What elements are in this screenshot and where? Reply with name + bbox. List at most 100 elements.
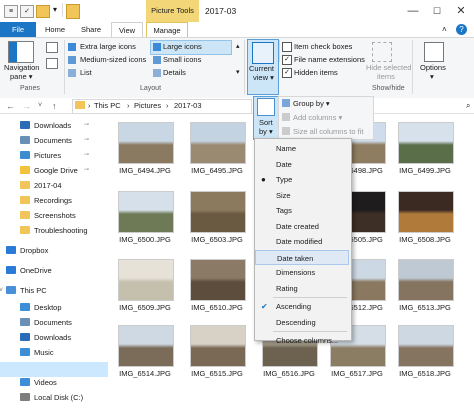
nav-item-screenshots[interactable]: Screenshots bbox=[0, 208, 108, 223]
nav-item-music[interactable]: Music bbox=[0, 345, 108, 360]
expand-icon[interactable]: ˅ bbox=[0, 283, 3, 298]
pin-icon[interactable]: ⊸ bbox=[84, 163, 89, 178]
sort-menu-item-date-modified[interactable]: Date modified bbox=[255, 234, 351, 249]
thumbnail-item[interactable]: IMG_6495.JPG bbox=[186, 122, 248, 177]
item-check-boxes-label[interactable]: Item check boxes bbox=[294, 42, 352, 51]
nav-item-troubleshooting[interactable]: Troubleshooting bbox=[0, 223, 108, 238]
up-icon[interactable]: ↑ bbox=[52, 101, 57, 111]
collapse-ribbon-icon[interactable]: ˄ bbox=[442, 25, 447, 34]
thumbnail-item[interactable]: IMG_6508.JPG bbox=[394, 191, 456, 246]
sort-menu-item-tags[interactable]: Tags bbox=[255, 203, 351, 218]
nav-item-onedrive[interactable]: OneDrive bbox=[0, 263, 108, 278]
help-icon[interactable]: ? bbox=[456, 24, 467, 35]
maximize-button[interactable]: ☐ bbox=[426, 0, 448, 22]
sort-menu-item-descending[interactable]: Descending bbox=[255, 315, 351, 330]
nav-item-downloads[interactable]: Downloads bbox=[0, 330, 108, 345]
group-by-button[interactable]: Group by ▾ bbox=[293, 99, 330, 108]
hide-selected-label[interactable]: Hide selected bbox=[366, 63, 411, 72]
hidden-items-label[interactable]: Hidden items bbox=[294, 68, 338, 77]
add-columns-button[interactable]: Add columns ▾ bbox=[293, 113, 342, 122]
nav-item-label: 2017-04 bbox=[34, 181, 62, 190]
recent-locations-icon[interactable]: ˅ bbox=[38, 102, 42, 109]
thumbnail-item[interactable]: IMG_6515.JPG bbox=[186, 325, 248, 380]
tab-home[interactable]: Home bbox=[40, 22, 70, 37]
tab-view[interactable]: View bbox=[111, 22, 143, 38]
sort-menu-item-date-created[interactable]: Date created bbox=[255, 219, 351, 234]
thumbnail-item[interactable]: IMG_6500.JPG bbox=[114, 191, 176, 246]
layout-large-icons[interactable]: Large icons bbox=[163, 42, 202, 51]
options-label-2[interactable]: ▾ bbox=[430, 72, 434, 81]
sort-menu-item-dimensions[interactable]: Dimensions bbox=[255, 265, 351, 280]
layout-list[interactable]: List bbox=[80, 68, 92, 77]
tab-share[interactable]: Share bbox=[76, 22, 106, 37]
navigation-pane-label[interactable]: Navigation bbox=[4, 63, 39, 72]
qa-dropdown-icon[interactable]: ▾ bbox=[53, 5, 57, 14]
nav-item-this-pc[interactable]: This PC ˅ bbox=[0, 283, 108, 298]
size-columns-button[interactable]: Size all columns to fit bbox=[293, 127, 363, 136]
sort-menu-item-date-taken[interactable]: Date taken bbox=[255, 249, 349, 265]
nav-item-dropbox[interactable]: Dropbox bbox=[0, 243, 108, 258]
pin-icon[interactable]: ⊸ bbox=[84, 133, 89, 148]
pin-icon[interactable]: ⊸ bbox=[84, 118, 89, 133]
hidden-items-checkbox[interactable]: ✓ bbox=[282, 68, 292, 78]
thumbnail-item[interactable]: IMG_6514.JPG bbox=[114, 325, 176, 380]
breadcrumb-this-pc[interactable]: This PC bbox=[94, 101, 121, 110]
tab-file[interactable]: File bbox=[0, 22, 36, 37]
sort-menu-item-rating[interactable]: Rating bbox=[255, 281, 351, 296]
nav-item-documents[interactable]: Documents bbox=[0, 315, 108, 330]
nav-item-recordings[interactable]: Recordings bbox=[0, 193, 108, 208]
nav-item-local-disk-c-[interactable]: Local Disk (C:) bbox=[0, 390, 108, 405]
sort-menu-item-choose-columns[interactable]: Choose columns... bbox=[255, 333, 351, 348]
nav-item-desktop[interactable]: Desktop bbox=[0, 300, 108, 315]
nav-item-downloads[interactable]: Downloads ⊸ bbox=[0, 118, 108, 133]
nav-item-label: Pictures bbox=[34, 151, 62, 160]
breadcrumb-2017-03[interactable]: 2017-03 bbox=[174, 101, 202, 110]
close-button[interactable]: ✕ bbox=[450, 0, 472, 22]
layout-small-icons[interactable]: Small icons bbox=[163, 55, 201, 64]
hide-selected-label-2[interactable]: items bbox=[377, 72, 395, 81]
sort-menu-item-type[interactable]: ● Type bbox=[255, 172, 351, 187]
navigation-pane-sub[interactable]: pane ▾ bbox=[10, 72, 33, 81]
sort-menu-item-date[interactable]: Date bbox=[255, 157, 351, 172]
properties-icon[interactable]: ≡ bbox=[4, 5, 18, 18]
file-name-extensions-checkbox[interactable]: ✓ bbox=[282, 55, 292, 65]
preview-pane-icon[interactable] bbox=[46, 42, 58, 53]
file-name-extensions-label[interactable]: File name extensions bbox=[294, 55, 365, 64]
nav-item-pictures[interactable]: Pictures ⊸ bbox=[0, 148, 108, 163]
thumbnail-item[interactable]: IMG_6499.JPG bbox=[394, 122, 456, 177]
nav-item-google-drive[interactable]: Google Drive ⊸ bbox=[0, 163, 108, 178]
layout-scroll-up-icon[interactable]: ▴ bbox=[236, 42, 240, 50]
medium-icons-icon bbox=[68, 56, 76, 64]
minimize-button[interactable]: — bbox=[402, 0, 424, 22]
item-check-boxes-checkbox[interactable] bbox=[282, 42, 292, 52]
nav-item-documents[interactable]: Documents ⊸ bbox=[0, 133, 108, 148]
checkmark-icon[interactable]: ✓ bbox=[20, 5, 34, 18]
nav-item-videos[interactable]: Videos bbox=[0, 375, 108, 390]
sort-menu-item-ascending[interactable]: ✔ Ascending bbox=[255, 299, 351, 314]
layout-medium-icons[interactable]: Medium-sized icons bbox=[80, 55, 146, 64]
sort-menu-item-name[interactable]: Name bbox=[255, 141, 351, 156]
thumbnail-item[interactable]: IMG_6513.JPG bbox=[394, 259, 456, 314]
details-pane-icon[interactable] bbox=[46, 58, 58, 69]
pin-icon[interactable]: ⊸ bbox=[84, 148, 89, 163]
thumbnail-item[interactable]: IMG_6494.JPG bbox=[114, 122, 176, 177]
thumbnail-item[interactable]: IMG_6510.JPG bbox=[186, 259, 248, 314]
forward-icon[interactable]: → bbox=[22, 101, 31, 111]
thumbnail-item[interactable]: IMG_6503.JPG bbox=[186, 191, 248, 246]
back-icon[interactable]: ← bbox=[6, 101, 15, 111]
new-folder-icon[interactable] bbox=[36, 5, 50, 18]
breadcrumb-pictures[interactable]: Pictures bbox=[134, 101, 161, 110]
thumbnail-item[interactable]: IMG_6509.JPG bbox=[114, 259, 176, 314]
small-icons-icon bbox=[153, 56, 161, 64]
layout-more-icon[interactable]: ▾ bbox=[236, 68, 240, 76]
tab-manage[interactable]: Manage bbox=[146, 22, 188, 38]
options-label[interactable]: Options bbox=[420, 63, 446, 72]
search-icon[interactable]: ⌕ bbox=[466, 101, 470, 111]
nav-item-2017-04[interactable]: 2017-04 bbox=[0, 178, 108, 193]
layout-extra-large-icons[interactable]: Extra large icons bbox=[80, 42, 136, 51]
navigation-pane-icon[interactable] bbox=[8, 41, 34, 63]
sort-menu-item-size[interactable]: Size bbox=[255, 188, 351, 203]
layout-details[interactable]: Details bbox=[163, 68, 186, 77]
thumbnail-item[interactable]: IMG_6518.JPG bbox=[394, 325, 456, 380]
thumbnail-label: IMG_6503.JPG bbox=[191, 235, 243, 244]
